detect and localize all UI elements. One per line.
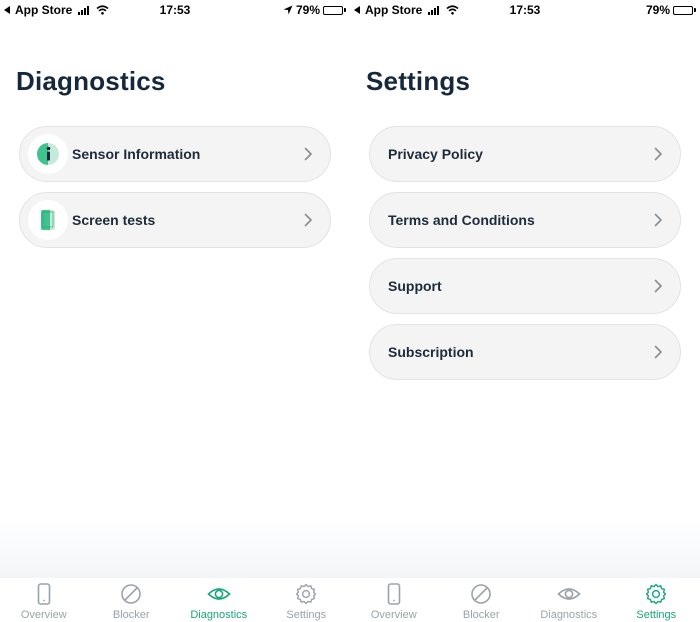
sensor-information-row[interactable]: Sensor Information <box>19 126 331 182</box>
battery-icon <box>323 5 346 15</box>
terms-and-conditions-row[interactable]: Terms and Conditions <box>369 192 681 248</box>
tab-label: Diagnostics <box>190 609 248 621</box>
gear-icon <box>296 583 317 605</box>
status-right: 79% <box>283 3 346 17</box>
tab-blocker[interactable]: Blocker <box>88 578 176 622</box>
tab-overview[interactable]: Overview <box>0 578 88 622</box>
screen-tests-row[interactable]: Screen tests <box>19 192 331 248</box>
location-arrow-icon <box>283 5 293 15</box>
status-bar: App Store 17:53 79% <box>350 0 700 20</box>
settings-screen: App Store 17:53 79% Settings Privacy Pol… <box>350 0 700 622</box>
chevron-right-icon <box>654 213 662 227</box>
phone-icon <box>37 583 51 605</box>
privacy-policy-label: Privacy Policy <box>388 146 483 162</box>
chevron-right-icon <box>654 279 662 293</box>
tab-bar: Overview Blocker Diagnostics Settings <box>0 578 350 622</box>
tab-overview[interactable]: Overview <box>350 578 438 622</box>
tab-blocker[interactable]: Blocker <box>438 578 526 622</box>
tab-diagnostics[interactable]: Diagnostics <box>175 578 263 622</box>
battery-icon <box>673 5 696 15</box>
tab-label: Overview <box>20 609 67 621</box>
chevron-right-icon <box>304 147 312 161</box>
battery-percent: 79% <box>645 3 670 17</box>
diagnostics-list: Sensor Information Screen tests <box>19 126 331 258</box>
battery-percent: 79% <box>295 3 320 17</box>
phone-screen-icon <box>28 200 68 240</box>
subscription-row[interactable]: Subscription <box>369 324 681 380</box>
block-icon <box>121 584 142 604</box>
terms-and-conditions-label: Terms and Conditions <box>388 212 535 228</box>
block-icon <box>471 584 492 604</box>
support-label: Support <box>388 278 442 294</box>
page-title: Settings <box>366 66 471 96</box>
tab-diagnostics[interactable]: Diagnostics <box>525 578 613 622</box>
support-row[interactable]: Support <box>369 258 681 314</box>
diagnostics-screen: App Store 17:53 79% Diagnostics Sensor I… <box>0 0 350 622</box>
tab-bar-shadow <box>0 520 350 578</box>
tab-settings[interactable]: Settings <box>613 578 700 622</box>
page-title: Diagnostics <box>16 66 166 96</box>
tab-label: Settings <box>636 609 677 621</box>
sensor-information-label: Sensor Information <box>72 146 201 162</box>
screen-tests-label: Screen tests <box>72 212 156 228</box>
chevron-right-icon <box>304 213 312 227</box>
status-right: 79% <box>646 3 696 17</box>
tab-settings[interactable]: Settings <box>263 578 351 622</box>
tab-bar-shadow <box>350 520 700 578</box>
tab-label: Overview <box>370 609 417 621</box>
tab-label: Blocker <box>462 609 500 621</box>
info-icon <box>28 134 68 174</box>
chevron-right-icon <box>654 345 662 359</box>
subscription-label: Subscription <box>388 344 474 360</box>
chevron-right-icon <box>654 147 662 161</box>
eye-icon <box>557 588 581 600</box>
tab-label: Settings <box>286 609 327 621</box>
tab-label: Blocker <box>112 609 150 621</box>
gear-icon <box>646 583 667 605</box>
tab-bar: Overview Blocker Diagnostics Settings <box>350 578 700 622</box>
phone-icon <box>387 583 401 605</box>
eye-icon <box>207 588 231 600</box>
settings-list: Privacy Policy Terms and Conditions Supp… <box>369 126 681 390</box>
tab-label: Diagnostics <box>540 609 598 621</box>
status-bar: App Store 17:53 79% <box>0 0 350 20</box>
privacy-policy-row[interactable]: Privacy Policy <box>369 126 681 182</box>
